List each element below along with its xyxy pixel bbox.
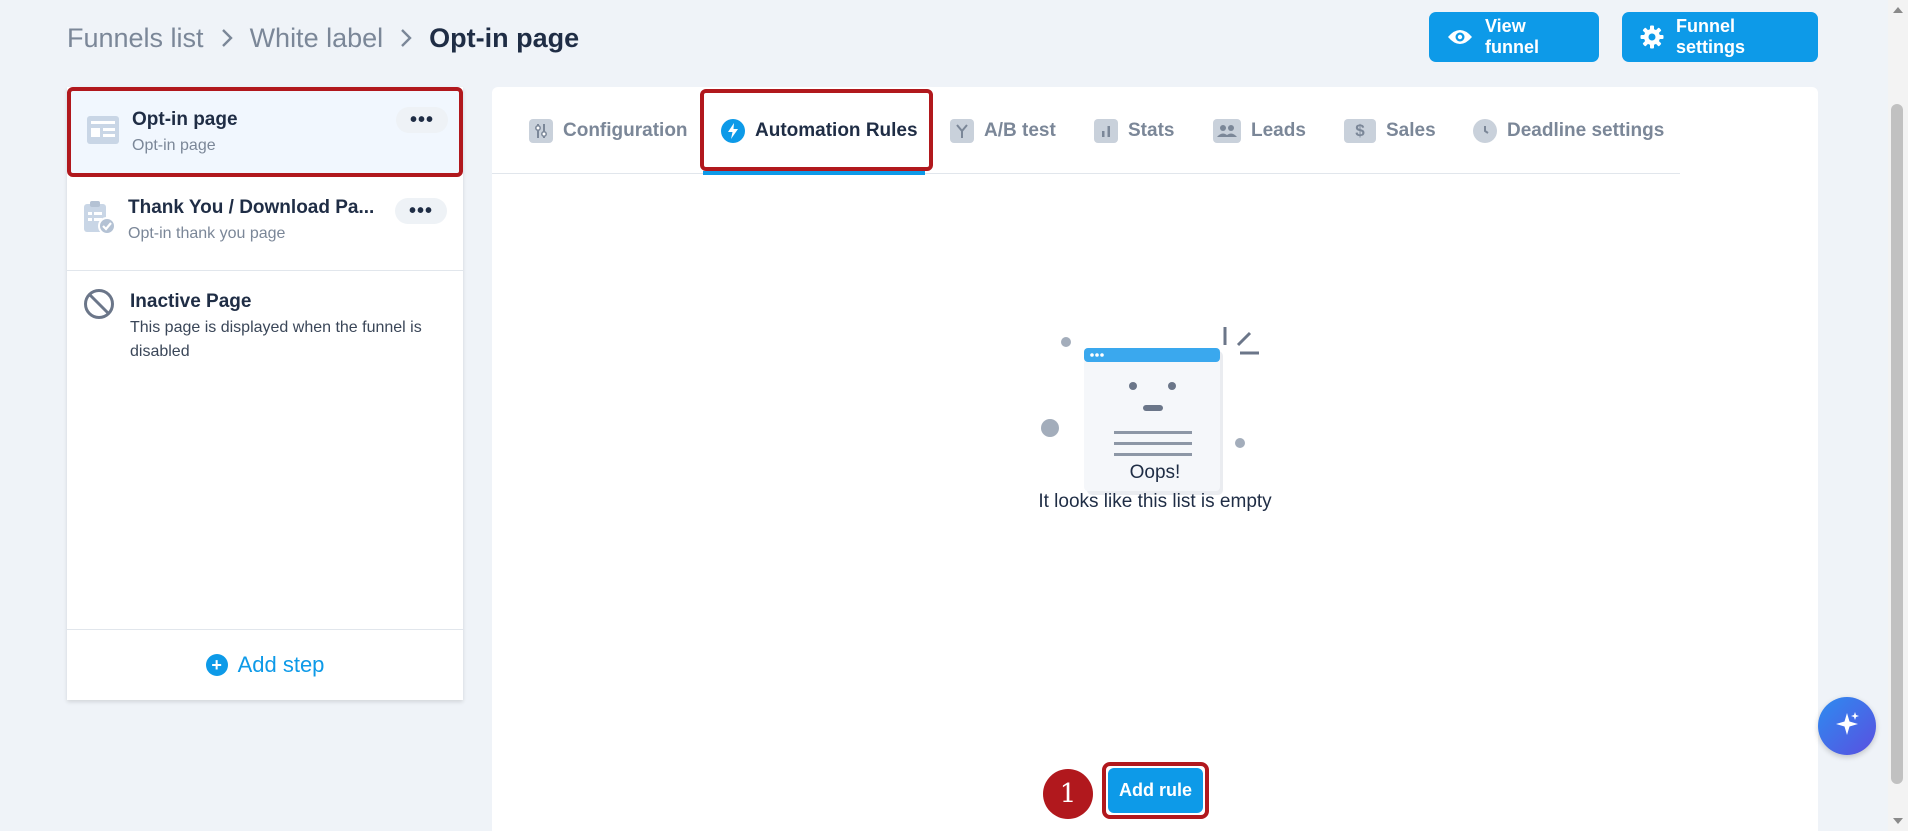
bar-chart-icon bbox=[1094, 118, 1118, 143]
step-title: Opt-in page bbox=[132, 109, 238, 130]
step-subtitle: Opt-in thank you page bbox=[128, 225, 286, 242]
step-more-button[interactable]: ••• bbox=[395, 198, 447, 224]
step-item-thank-you[interactable]: Thank You / Download Pa... Opt-in thank … bbox=[67, 179, 463, 271]
breadcrumb-white-label[interactable]: White label bbox=[250, 23, 384, 54]
prohibited-icon bbox=[83, 288, 115, 320]
tab-ab-test[interactable]: A/B test bbox=[950, 87, 1056, 174]
funnel-steps-sidebar: Opt-in page Opt-in page ••• Thank You / … bbox=[67, 87, 463, 700]
empty-state-line-2: It looks like this list is empty bbox=[1038, 491, 1272, 512]
tab-label: Deadline settings bbox=[1507, 119, 1665, 141]
view-funnel-button[interactable]: View funnel bbox=[1429, 12, 1599, 62]
step-title: Inactive Page bbox=[130, 291, 252, 312]
scroll-up-arrow-icon[interactable] bbox=[1890, 4, 1906, 16]
ai-assistant-button[interactable] bbox=[1818, 697, 1876, 755]
view-funnel-label: View funnel bbox=[1485, 16, 1539, 57]
tab-deadline-settings[interactable]: Deadline settings bbox=[1473, 87, 1664, 174]
tab-bar: Configuration Automation Rules A/B test … bbox=[492, 87, 1680, 175]
tab-configuration[interactable]: Configuration bbox=[529, 87, 688, 174]
gear-icon bbox=[1640, 24, 1664, 50]
page-layout-icon bbox=[85, 112, 121, 148]
step-item-opt-in[interactable]: Opt-in page Opt-in page ••• bbox=[67, 87, 463, 177]
tab-stats[interactable]: Stats bbox=[1094, 87, 1174, 174]
funnel-settings-label: Funnel settings bbox=[1676, 16, 1746, 57]
step-title: Thank You / Download Pa... bbox=[128, 197, 375, 218]
scroll-down-arrow-icon[interactable] bbox=[1890, 815, 1906, 827]
empty-state-message: Oops! It looks like this list is empty bbox=[492, 458, 1818, 516]
step-item-inactive[interactable]: Inactive Page This page is displayed whe… bbox=[67, 272, 463, 382]
add-step-button[interactable]: + Add step bbox=[67, 629, 463, 700]
tab-sales[interactable]: $ Sales bbox=[1344, 87, 1436, 174]
chevron-right-icon bbox=[220, 27, 234, 49]
tab-leads[interactable]: Leads bbox=[1213, 87, 1306, 174]
empty-state-line-1: Oops! bbox=[1129, 462, 1181, 483]
dollar-icon: $ bbox=[1344, 118, 1376, 143]
sliders-icon bbox=[529, 118, 553, 143]
tab-label: Leads bbox=[1251, 119, 1306, 141]
step-subtitle: Opt-in page bbox=[132, 137, 216, 154]
plus-circle-icon: + bbox=[205, 654, 228, 676]
breadcrumb: Funnels list White label Opt-in page bbox=[67, 18, 579, 58]
step-more-button[interactable]: ••• bbox=[396, 107, 448, 133]
add-rule-button[interactable]: Add rule bbox=[1108, 768, 1203, 813]
tab-label: A/B test bbox=[984, 119, 1056, 141]
step-marker-badge: 1 bbox=[1043, 769, 1093, 819]
split-icon bbox=[950, 118, 974, 143]
clock-icon bbox=[1473, 118, 1497, 143]
chevron-right-icon bbox=[399, 27, 413, 49]
step-description: This page is displayed when the funnel i… bbox=[130, 319, 422, 360]
active-tab-indicator bbox=[703, 171, 925, 175]
page-title: Opt-in page bbox=[429, 22, 580, 53]
eye-icon bbox=[1447, 24, 1473, 50]
funnel-settings-button[interactable]: Funnel settings bbox=[1622, 12, 1818, 62]
add-step-label: Add step bbox=[237, 652, 325, 677]
people-icon bbox=[1213, 118, 1241, 143]
tab-label: Sales bbox=[1386, 119, 1436, 141]
tab-label: Stats bbox=[1128, 119, 1175, 141]
tab-highlight-box bbox=[700, 89, 933, 171]
clipboard-check-icon bbox=[81, 199, 117, 237]
sparkle-icon bbox=[1833, 710, 1861, 743]
breadcrumb-funnels-list[interactable]: Funnels list bbox=[67, 23, 204, 54]
tab-label: Configuration bbox=[563, 119, 688, 141]
scrollbar-thumb[interactable] bbox=[1891, 104, 1903, 784]
